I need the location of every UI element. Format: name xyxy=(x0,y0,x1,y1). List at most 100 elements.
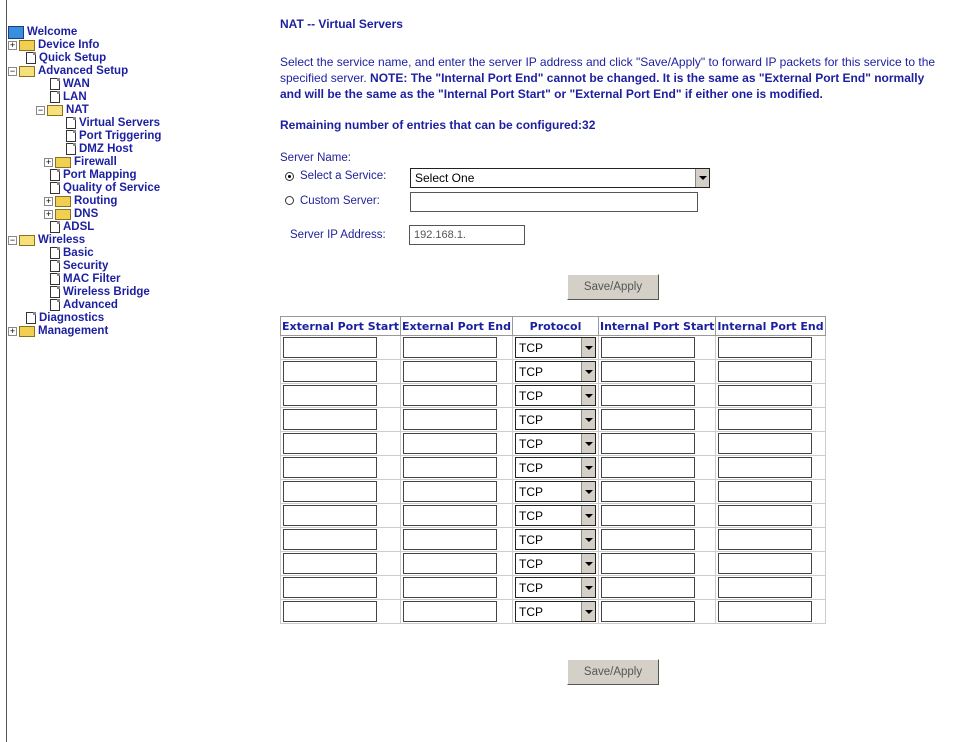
sidebar-item-nat[interactable]: − NAT xyxy=(36,104,89,117)
expand-icon[interactable]: + xyxy=(44,197,53,206)
internal-port-end-input[interactable] xyxy=(718,361,813,382)
internal-port-end-input[interactable] xyxy=(718,577,813,598)
sidebar-item-management[interactable]: + Management xyxy=(8,325,108,338)
internal-port-end-input[interactable] xyxy=(718,385,813,406)
internal-port-start-input[interactable] xyxy=(601,361,695,382)
external-port-start-input[interactable] xyxy=(283,433,377,454)
internal-port-end-input[interactable] xyxy=(718,433,813,454)
sidebar-item-device-info[interactable]: + Device Info xyxy=(8,39,99,52)
external-port-start-input[interactable] xyxy=(283,481,377,502)
internal-port-start-input[interactable] xyxy=(601,553,695,574)
external-port-start-input[interactable] xyxy=(283,361,377,382)
internal-port-start-input[interactable] xyxy=(601,601,695,622)
internal-port-start-input[interactable] xyxy=(601,481,695,502)
protocol-select[interactable]: TCP xyxy=(515,481,596,502)
custom-server-input[interactable] xyxy=(410,192,698,212)
internal-port-end-input[interactable] xyxy=(718,553,813,574)
sidebar-item-wan[interactable]: WAN xyxy=(50,78,90,91)
expand-icon[interactable]: + xyxy=(8,41,17,50)
expand-icon[interactable]: + xyxy=(8,327,17,336)
internal-port-end-input[interactable] xyxy=(718,457,813,478)
internal-port-end-input[interactable] xyxy=(718,601,813,622)
internal-port-start-input[interactable] xyxy=(601,409,695,430)
collapse-icon[interactable]: − xyxy=(8,67,17,76)
protocol-select[interactable]: TCP xyxy=(515,457,596,478)
external-port-start-input[interactable] xyxy=(283,529,377,550)
external-port-end-input[interactable] xyxy=(403,505,498,526)
protocol-select[interactable]: TCP xyxy=(515,433,596,454)
sidebar-item-mac-filter[interactable]: MAC Filter xyxy=(50,273,121,286)
external-port-end-input[interactable] xyxy=(403,457,498,478)
external-port-start-input[interactable] xyxy=(283,577,377,598)
sidebar-item-quick-setup[interactable]: Quick Setup xyxy=(26,52,106,65)
sidebar-item-advanced[interactable]: Advanced xyxy=(50,299,118,312)
expand-icon[interactable]: + xyxy=(44,158,53,167)
sidebar-item-virtual-servers[interactable]: Virtual Servers xyxy=(66,117,160,130)
protocol-select[interactable]: TCP xyxy=(515,553,596,574)
server-ip-input[interactable]: 192.168.1. xyxy=(409,225,525,245)
sidebar-item-port-mapping[interactable]: Port Mapping xyxy=(50,169,136,182)
sidebar-item-dmz-host[interactable]: DMZ Host xyxy=(66,143,133,156)
external-port-start-input[interactable] xyxy=(283,457,377,478)
protocol-select[interactable]: TCP xyxy=(515,505,596,526)
collapse-icon[interactable]: − xyxy=(8,236,17,245)
internal-port-start-input[interactable] xyxy=(601,385,695,406)
protocol-select[interactable]: TCP xyxy=(515,361,596,382)
internal-port-start-input[interactable] xyxy=(601,457,695,478)
internal-port-start-input[interactable] xyxy=(601,433,695,454)
protocol-select[interactable]: TCP xyxy=(515,385,596,406)
internal-port-start-input[interactable] xyxy=(601,505,695,526)
external-port-end-input[interactable] xyxy=(403,601,498,622)
external-port-end-input[interactable] xyxy=(403,529,498,550)
internal-port-start-input[interactable] xyxy=(601,577,695,598)
sidebar-item-diagnostics[interactable]: Diagnostics xyxy=(26,312,104,325)
service-select[interactable]: Select One xyxy=(410,168,710,188)
sidebar-item-dns[interactable]: + DNS xyxy=(44,208,98,221)
external-port-start-input[interactable] xyxy=(283,601,377,622)
external-port-end-input[interactable] xyxy=(403,433,498,454)
select-service-radio[interactable] xyxy=(285,172,294,181)
sidebar-item-welcome[interactable]: Welcome xyxy=(8,26,77,39)
sidebar-item-adsl[interactable]: ADSL xyxy=(50,221,94,234)
external-port-end-input[interactable] xyxy=(403,361,498,382)
collapse-icon[interactable]: − xyxy=(36,106,45,115)
external-port-end-input[interactable] xyxy=(403,553,498,574)
external-port-end-input[interactable] xyxy=(403,481,498,502)
sidebar-item-routing[interactable]: + Routing xyxy=(44,195,117,208)
internal-port-end-input[interactable] xyxy=(718,481,813,502)
sidebar-item-port-triggering[interactable]: Port Triggering xyxy=(66,130,161,143)
external-port-start-input[interactable] xyxy=(283,337,377,358)
save-apply-button[interactable]: Save/Apply xyxy=(567,274,659,300)
save-apply-button-bottom[interactable]: Save/Apply xyxy=(567,659,659,685)
sidebar-item-quality-of-service[interactable]: Quality of Service xyxy=(50,182,160,195)
external-port-end-input[interactable] xyxy=(403,577,498,598)
protocol-select[interactable]: TCP xyxy=(515,577,596,598)
internal-port-start-input[interactable] xyxy=(601,337,695,358)
internal-port-end-input[interactable] xyxy=(718,529,813,550)
protocol-select[interactable]: TCP xyxy=(515,409,596,430)
internal-port-start-input[interactable] xyxy=(601,529,695,550)
external-port-start-input[interactable] xyxy=(283,409,377,430)
custom-server-radio[interactable] xyxy=(285,196,294,205)
external-port-end-input[interactable] xyxy=(403,385,498,406)
internal-port-end-input[interactable] xyxy=(718,409,813,430)
sidebar-item-security[interactable]: Security xyxy=(50,260,108,273)
sidebar-item-basic[interactable]: Basic xyxy=(50,247,94,260)
expand-icon[interactable]: + xyxy=(44,210,53,219)
external-port-end-input[interactable] xyxy=(403,337,498,358)
protocol-select[interactable]: TCP xyxy=(515,529,596,550)
external-port-start-input[interactable] xyxy=(283,385,377,406)
sidebar-item-wireless[interactable]: − Wireless xyxy=(8,234,85,247)
sidebar-item-lan[interactable]: LAN xyxy=(50,91,87,104)
protocol-select[interactable]: TCP xyxy=(515,601,596,622)
external-port-start-input[interactable] xyxy=(283,505,377,526)
external-port-start-input[interactable] xyxy=(283,553,377,574)
external-port-end-input[interactable] xyxy=(403,409,498,430)
sidebar-item-wireless-bridge[interactable]: Wireless Bridge xyxy=(50,286,150,299)
sidebar-item-firewall[interactable]: + Firewall xyxy=(44,156,117,169)
protocol-select[interactable]: TCP xyxy=(515,337,596,358)
internal-port-end-input[interactable] xyxy=(718,337,813,358)
internal-port-end-input[interactable] xyxy=(718,505,813,526)
sidebar-item-advanced-setup[interactable]: − Advanced Setup xyxy=(8,65,128,78)
sidebar-item-label: Quality of Service xyxy=(63,182,161,194)
